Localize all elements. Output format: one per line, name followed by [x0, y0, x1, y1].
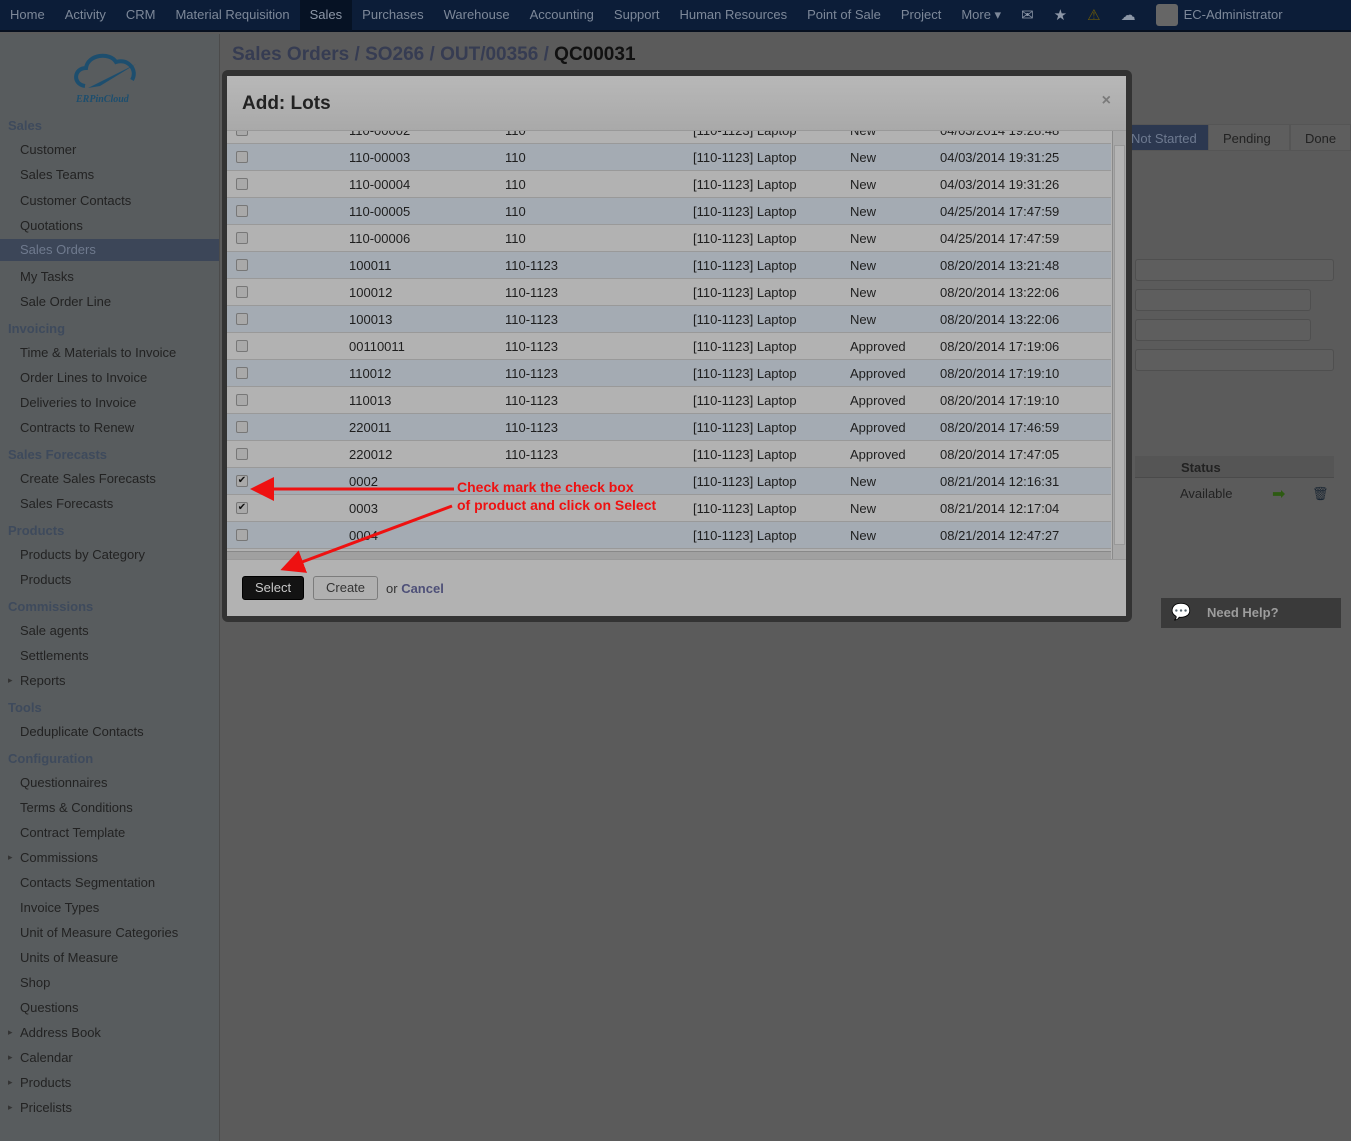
need-help-button[interactable]: 💬 Need Help?	[1161, 598, 1341, 628]
annotation-text: of product and click on Select	[457, 497, 657, 513]
annotation-text: Check mark the check box	[457, 479, 634, 495]
annotation-arrow	[280, 504, 453, 573]
chat-bubble-icon: 💬	[1171, 604, 1191, 621]
annotation-arrows	[250, 477, 454, 573]
